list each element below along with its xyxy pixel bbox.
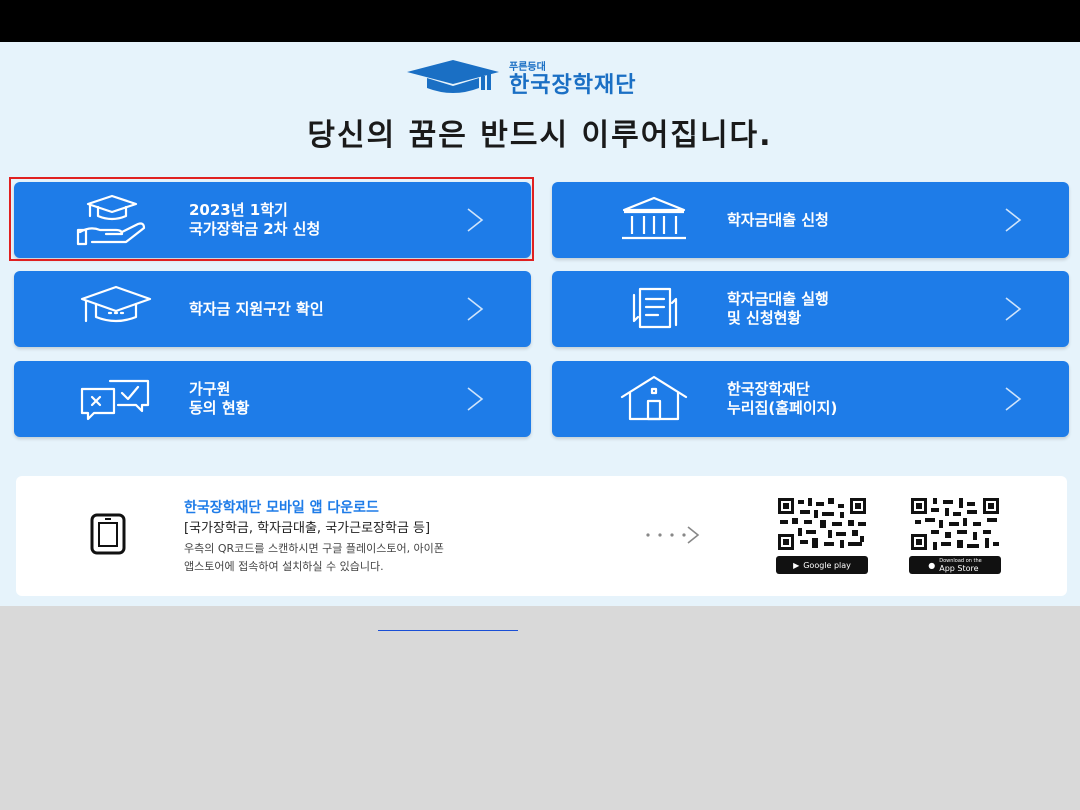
graduation-cap-icon (80, 285, 152, 323)
card-label-line1: 가구원 (189, 380, 231, 398)
card-label-line2: 및 신청현황 (727, 309, 802, 327)
play-triangle-icon: ▶ (793, 560, 800, 570)
card-homepage[interactable]: 한국장학재단 누리집(홈페이지) (552, 361, 1069, 437)
card-support-bracket[interactable]: 학자금 지원구간 확인 (14, 271, 531, 347)
app-download-box: 한국장학재단 모바일 앱 다운로드 [국가장학금, 학자금대출, 국가근로장학금… (16, 476, 1067, 596)
app-store-qr-code[interactable] (909, 496, 1001, 552)
house-icon (620, 375, 688, 421)
card-label-line1: 학자금 지원구간 확인 (189, 299, 324, 318)
chevron-right-icon (1005, 387, 1022, 411)
chevron-right-icon (1005, 297, 1022, 321)
card-label-line1: 학자금대출 실행 (727, 290, 829, 308)
document-cycle-icon (632, 287, 678, 329)
underline-link[interactable] (378, 630, 518, 631)
chevron-right-icon (1005, 208, 1022, 232)
google-play-badge[interactable]: ▶ Google play (776, 556, 868, 574)
card-label: 학자금대출 실행 및 신청현황 (727, 271, 829, 347)
page-headline: 당신의 꿈은 반드시 이루어집니다. (307, 118, 773, 153)
card-label-line2: 동의 현황 (189, 399, 250, 417)
app-store-badge[interactable]: ● Download on the App Store (909, 556, 1001, 574)
dotted-arrow-icon (646, 526, 700, 544)
bank-icon (622, 196, 686, 240)
top-black-bar (0, 0, 1080, 42)
app-desc-line2: 앱스토어에 접속하여 설치하실 수 있습니다. (184, 560, 384, 573)
consent-chat-icon (80, 379, 150, 421)
selection-highlight (9, 177, 534, 261)
card-label-line1: 한국장학재단 (727, 380, 810, 398)
card-label: 한국장학재단 누리집(홈페이지) (727, 361, 837, 437)
card-loan-status[interactable]: 학자금대출 실행 및 신청현황 (552, 271, 1069, 347)
mobile-phone-icon (90, 513, 126, 555)
app-download-title: 한국장학재단 모바일 앱 다운로드 (184, 500, 379, 516)
app-store-label: App Store (939, 564, 979, 573)
chevron-right-icon (467, 297, 484, 321)
graduation-cap-logo-icon (407, 60, 499, 93)
card-label-line1: 학자금대출 신청 (727, 210, 829, 229)
logo-title: 한국장학재단 (509, 73, 637, 98)
card-label-line2: 누리집(홈페이지) (727, 399, 838, 417)
kosaf-logo[interactable]: 푸른등대 한국장학재단 (405, 58, 685, 98)
card-label: 가구원 동의 현황 (189, 361, 249, 437)
apple-icon: ● (928, 560, 936, 570)
app-desc-line1: 우측의 QR코드를 스캔하시면 구글 플레이스토어, 아이폰 (184, 542, 444, 555)
card-label: 학자금 지원구간 확인 (189, 271, 324, 347)
app-download-description: 우측의 QR코드를 스캔하시면 구글 플레이스토어, 아이폰 앱스토어에 접속하… (184, 540, 604, 576)
card-loan-apply[interactable]: 학자금대출 신청 (552, 182, 1069, 258)
google-play-label: Google play (803, 560, 851, 570)
app-store-text: Download on the App Store (939, 557, 981, 573)
card-label: 학자금대출 신청 (727, 182, 829, 258)
chevron-right-icon (467, 387, 484, 411)
app-download-subtitle: [국가장학금, 학자금대출, 국가근로장학금 등] (184, 521, 431, 536)
card-household-consent[interactable]: 가구원 동의 현황 (14, 361, 531, 437)
google-play-qr-code[interactable] (776, 496, 868, 552)
